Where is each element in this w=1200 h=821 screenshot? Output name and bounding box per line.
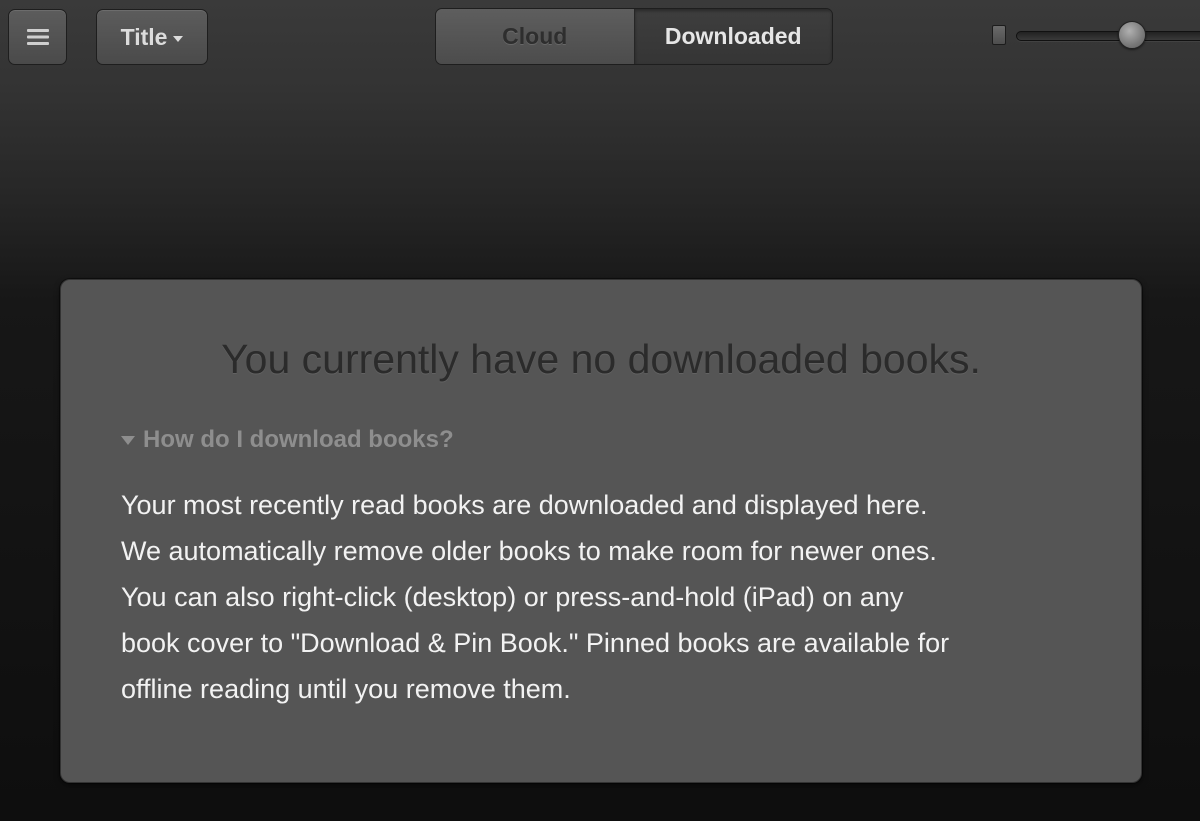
empty-state-title: You currently have no downloaded books. xyxy=(221,336,981,382)
faq-answer-line: Your most recently read books are downlo… xyxy=(121,490,928,520)
disclosure-triangle-down-icon xyxy=(121,435,135,445)
faq-toggle[interactable]: How do I download books? xyxy=(121,426,454,454)
hamburger-menu-icon xyxy=(26,29,49,45)
tab-downloaded-label: Downloaded xyxy=(664,23,802,49)
tab-cloud[interactable]: Cloud xyxy=(436,9,635,64)
toolbar: Title Cloud Downloaded xyxy=(0,0,1200,80)
empty-state-panel: You currently have no downloaded books. … xyxy=(60,279,1142,783)
faq-answer-line: You can also right-click (desktop) or pr… xyxy=(121,582,904,612)
menu-button[interactable] xyxy=(8,9,67,65)
zoom-slider-track[interactable] xyxy=(1016,31,1200,41)
faq-answer: Your most recently read books are downlo… xyxy=(121,482,1101,712)
sort-button[interactable]: Title xyxy=(96,9,208,65)
library-source-tabs: Cloud Downloaded xyxy=(435,8,833,65)
faq-question: How do I download books? xyxy=(143,426,454,453)
small-book-size-icon xyxy=(992,25,1006,45)
tab-downloaded[interactable]: Downloaded xyxy=(634,9,832,64)
zoom-slider-thumb[interactable] xyxy=(1118,21,1146,49)
tab-cloud-label: Cloud xyxy=(502,23,568,49)
faq-answer-line: book cover to "Download & Pin Book." Pin… xyxy=(121,628,950,658)
faq-answer-line: We automatically remove older books to m… xyxy=(121,536,937,566)
faq-answer-line: offline reading until you remove them. xyxy=(121,674,571,704)
caret-down-icon xyxy=(173,36,184,42)
sort-button-label: Title xyxy=(120,23,168,50)
